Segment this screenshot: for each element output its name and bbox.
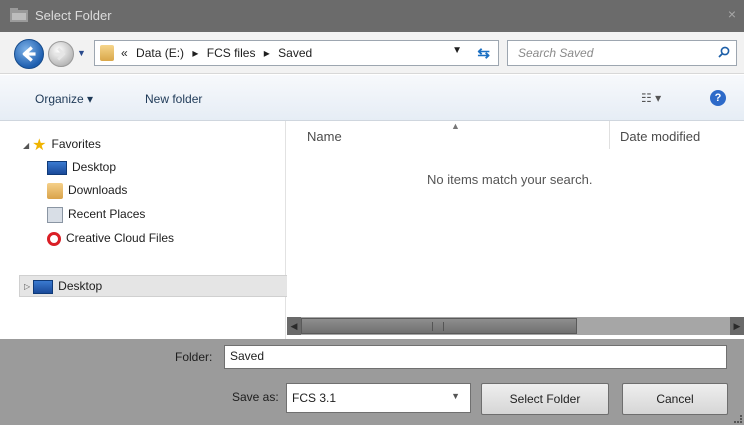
column-header-date-modified[interactable]: Date modified (620, 129, 700, 144)
organize-button[interactable]: Organize ▾ (35, 92, 93, 106)
search-input[interactable]: Search Saved (507, 40, 737, 66)
scroll-left-icon[interactable]: ◀ (287, 317, 301, 335)
change-view-button[interactable]: ☷ ▾ (641, 91, 661, 105)
breadcrumb-item-fcs-files[interactable]: FCS files (207, 46, 256, 60)
breadcrumb-separator[interactable]: ▸ (192, 46, 198, 60)
select-folder-button[interactable]: Select Folder (481, 383, 609, 415)
breadcrumb-overflow[interactable]: « (121, 46, 128, 60)
column-header-name[interactable]: Name (307, 129, 342, 144)
folder-value: Saved (230, 349, 265, 363)
downloads-icon (47, 183, 63, 199)
expanded-triangle-icon[interactable]: ◢ (23, 141, 29, 150)
folder-label: Folder: (175, 350, 213, 364)
help-icon[interactable]: ? (710, 90, 726, 106)
horizontal-scrollbar[interactable]: ◀ ▶ (287, 317, 744, 335)
history-dropdown-icon[interactable]: ▼ (77, 48, 86, 58)
nav-item-label: Downloads (68, 183, 128, 198)
forward-arrow-icon (54, 47, 66, 61)
breadcrumb-item-data-e[interactable]: Data (E:) (136, 46, 184, 60)
nav-item-label: Desktop (72, 160, 117, 174)
address-bar: ▼ « Data (E:) ▸ FCS files ▸ Saved ▼ ⇆ Se… (0, 32, 744, 74)
title-bar: Select Folder × (0, 0, 744, 32)
close-icon[interactable]: × (728, 6, 736, 22)
back-arrow-icon (22, 46, 36, 62)
nav-item-creative-cloud[interactable]: Creative Cloud Files (47, 231, 174, 246)
back-button[interactable] (14, 39, 44, 69)
nav-item-downloads[interactable]: Downloads (47, 183, 127, 199)
refresh-icon[interactable]: ⇆ (477, 44, 490, 62)
folder-dialog-icon (10, 8, 28, 22)
breadcrumb-separator[interactable]: ▸ (264, 46, 270, 60)
chevron-down-icon[interactable]: ▼ (451, 391, 460, 401)
nav-item-label: Desktop (58, 279, 103, 293)
recent-places-icon (47, 207, 63, 223)
search-icon[interactable] (718, 46, 730, 58)
command-bar: Organize ▾ New folder ☷ ▾ ? (0, 75, 744, 121)
file-list: Name ▲ Date modified No items match your… (287, 121, 744, 317)
dialog-footer: Folder: Saved Save as: FCS 3.1 ▼ Select … (0, 339, 744, 425)
nav-item-desktop[interactable]: Desktop (47, 160, 116, 175)
column-divider[interactable] (609, 121, 610, 149)
breadcrumb[interactable]: « Data (E:) ▸ FCS files ▸ Saved ▼ ⇆ (94, 40, 499, 66)
save-as-select[interactable]: FCS 3.1 ▼ (286, 383, 471, 413)
star-icon: ★ (32, 137, 47, 154)
window-title: Select Folder (35, 8, 112, 23)
search-placeholder: Search Saved (518, 46, 594, 60)
collapsed-triangle-icon[interactable]: ▷ (24, 282, 30, 291)
scroll-thumb[interactable] (301, 318, 577, 334)
nav-item-desktop-root[interactable]: ▷ Desktop (19, 275, 295, 297)
breadcrumb-item-saved[interactable]: Saved (278, 46, 312, 60)
empty-message: No items match your search. (427, 172, 593, 187)
new-folder-button[interactable]: New folder (145, 92, 202, 106)
folder-icon (100, 45, 114, 61)
resize-grip-icon[interactable] (734, 415, 742, 423)
forward-button[interactable] (48, 41, 74, 67)
nav-item-recent-places[interactable]: Recent Places (47, 207, 145, 223)
favorites-label: Favorites (51, 137, 101, 152)
sort-ascending-icon: ▲ (451, 121, 460, 131)
address-dropdown-icon[interactable]: ▼ (452, 45, 462, 56)
desktop-icon (47, 160, 67, 175)
nav-item-label: Recent Places (68, 207, 146, 222)
favorites-node[interactable]: ◢ ★ Favorites (23, 135, 101, 155)
cancel-button[interactable]: Cancel (622, 383, 728, 415)
creative-cloud-icon (47, 231, 61, 246)
nav-item-label: Creative Cloud Files (66, 231, 175, 245)
scroll-right-icon[interactable]: ▶ (730, 317, 744, 335)
navigation-pane: ◢ ★ Favorites Desktop Downloads Recent Pla… (14, 121, 295, 339)
save-as-value: FCS 3.1 (292, 391, 337, 405)
save-as-label: Save as: (232, 390, 279, 404)
scroll-grip-icon (432, 322, 444, 331)
desktop-icon (33, 279, 54, 294)
folder-field[interactable]: Saved (224, 345, 727, 369)
